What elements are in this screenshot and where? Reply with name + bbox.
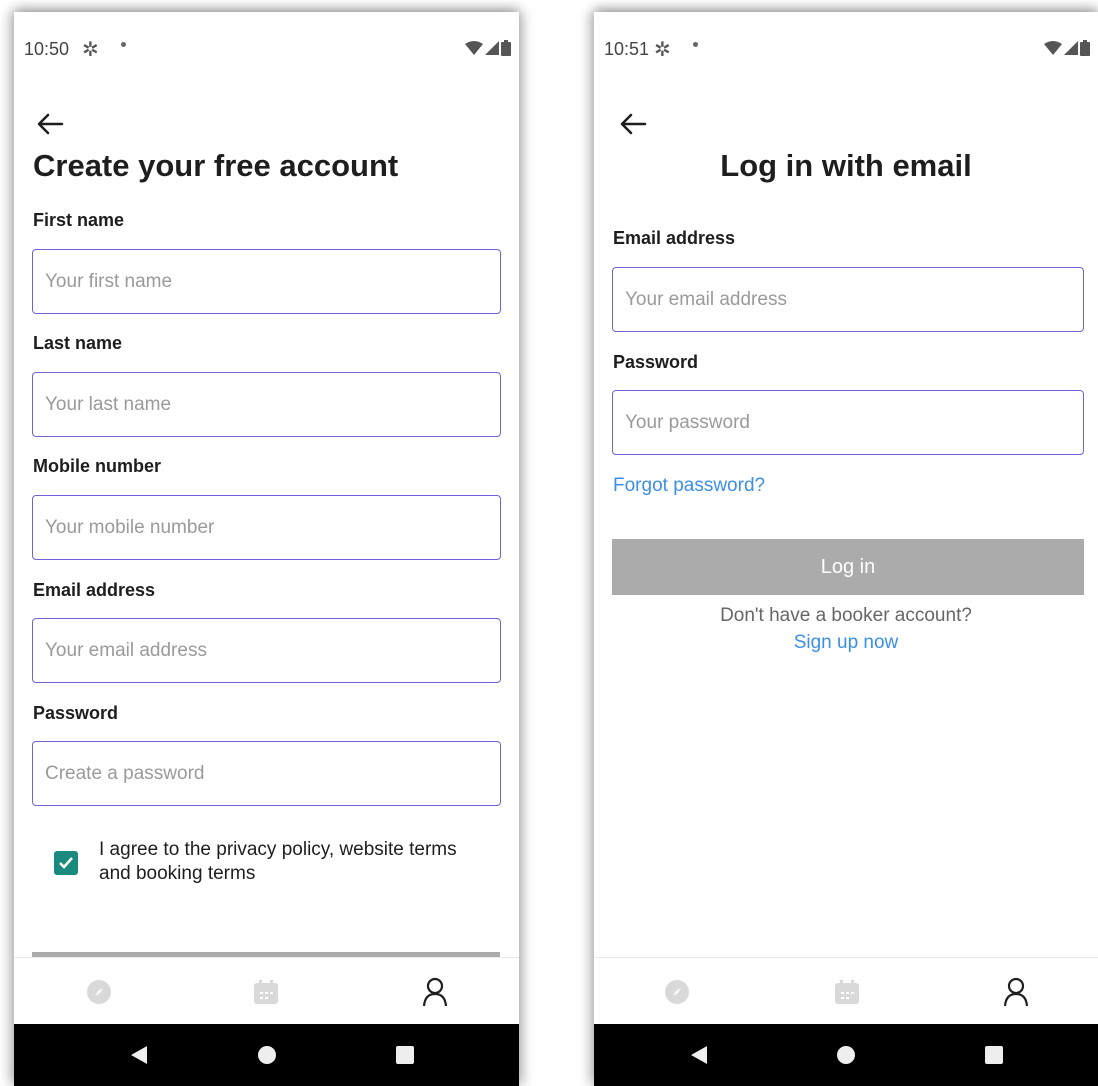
profile-icon xyxy=(422,977,448,1007)
password-input[interactable] xyxy=(612,390,1084,455)
circle-home-icon xyxy=(258,1046,276,1064)
login-button[interactable]: Log in xyxy=(612,539,1084,595)
agree-checkbox[interactable] xyxy=(54,851,78,875)
triangle-back-icon xyxy=(131,1046,147,1064)
status-time: 10:50 xyxy=(24,39,70,59)
status-icons xyxy=(465,40,511,56)
bottom-nav xyxy=(594,957,1098,1026)
last-name-input[interactable] xyxy=(32,372,501,437)
system-back-button[interactable] xyxy=(126,1042,152,1068)
login-screen: 10:51 ✲ Log in with email Email address … xyxy=(594,12,1098,1086)
profile-icon xyxy=(1003,977,1029,1007)
system-back-button[interactable] xyxy=(686,1042,712,1068)
bottom-nav xyxy=(14,957,519,1026)
email-label: Email address xyxy=(613,228,736,248)
nav-bookings[interactable] xyxy=(827,972,867,1012)
settings-gear-icon: ✲ xyxy=(82,39,99,61)
nav-explore[interactable] xyxy=(657,972,697,1012)
back-arrow-icon[interactable] xyxy=(619,112,647,136)
signal-icon xyxy=(1064,41,1078,55)
page-title: Create your free account xyxy=(33,148,399,183)
system-nav-bar xyxy=(14,1024,519,1086)
wifi-icon xyxy=(1044,41,1062,55)
page-title: Log in with email xyxy=(720,148,972,183)
agree-terms-text: I agree to the privacy policy, website t… xyxy=(99,839,457,884)
battery-icon xyxy=(1080,40,1090,56)
mobile-number-label: Mobile number xyxy=(33,456,162,476)
calendar-icon xyxy=(254,980,278,1004)
forgot-password-link[interactable]: Forgot password? xyxy=(613,475,765,497)
nav-bookings[interactable] xyxy=(246,972,286,1012)
circle-home-icon xyxy=(837,1046,855,1064)
checkmark-icon xyxy=(59,857,73,869)
notification-dot-icon xyxy=(693,42,698,47)
system-nav-bar xyxy=(594,1024,1098,1086)
nav-profile[interactable] xyxy=(996,972,1036,1012)
settings-gear-icon: ✲ xyxy=(654,39,671,61)
email-input[interactable] xyxy=(612,267,1084,332)
back-arrow-icon[interactable] xyxy=(36,112,64,136)
status-bar: 10:50 ✲ xyxy=(14,12,519,72)
nav-profile[interactable] xyxy=(415,972,455,1012)
last-name-label: Last name xyxy=(33,333,123,353)
status-bar: 10:51 ✲ xyxy=(594,12,1098,72)
compass-icon xyxy=(665,980,689,1004)
system-home-button[interactable] xyxy=(833,1042,859,1068)
first-name-input[interactable] xyxy=(32,249,501,314)
password-label: Password xyxy=(613,352,699,372)
system-recents-button[interactable] xyxy=(981,1042,1007,1068)
status-time: 10:51 xyxy=(604,39,650,59)
status-icons xyxy=(1044,40,1090,56)
password-input[interactable] xyxy=(32,741,501,806)
mobile-number-input[interactable] xyxy=(32,495,501,560)
square-recents-icon xyxy=(396,1046,414,1064)
signal-icon xyxy=(485,41,499,55)
email-label: Email address xyxy=(33,580,156,600)
first-name-label: First name xyxy=(33,210,125,230)
system-recents-button[interactable] xyxy=(392,1042,418,1068)
calendar-icon xyxy=(835,980,859,1004)
wifi-icon xyxy=(465,41,483,55)
signup-link[interactable]: Sign up now xyxy=(594,632,1098,654)
system-home-button[interactable] xyxy=(254,1042,280,1068)
square-recents-icon xyxy=(985,1046,1003,1064)
password-label: Password xyxy=(33,703,119,723)
email-input[interactable] xyxy=(32,618,501,683)
compass-icon xyxy=(87,980,111,1004)
signup-prompt-text: Don't have a booker account? xyxy=(720,605,972,626)
notification-dot-icon xyxy=(121,42,126,47)
battery-icon xyxy=(501,40,511,56)
triangle-back-icon xyxy=(691,1046,707,1064)
nav-explore[interactable] xyxy=(79,972,119,1012)
signup-screen: 10:50 ✲ Create your free account First n… xyxy=(14,12,519,1086)
